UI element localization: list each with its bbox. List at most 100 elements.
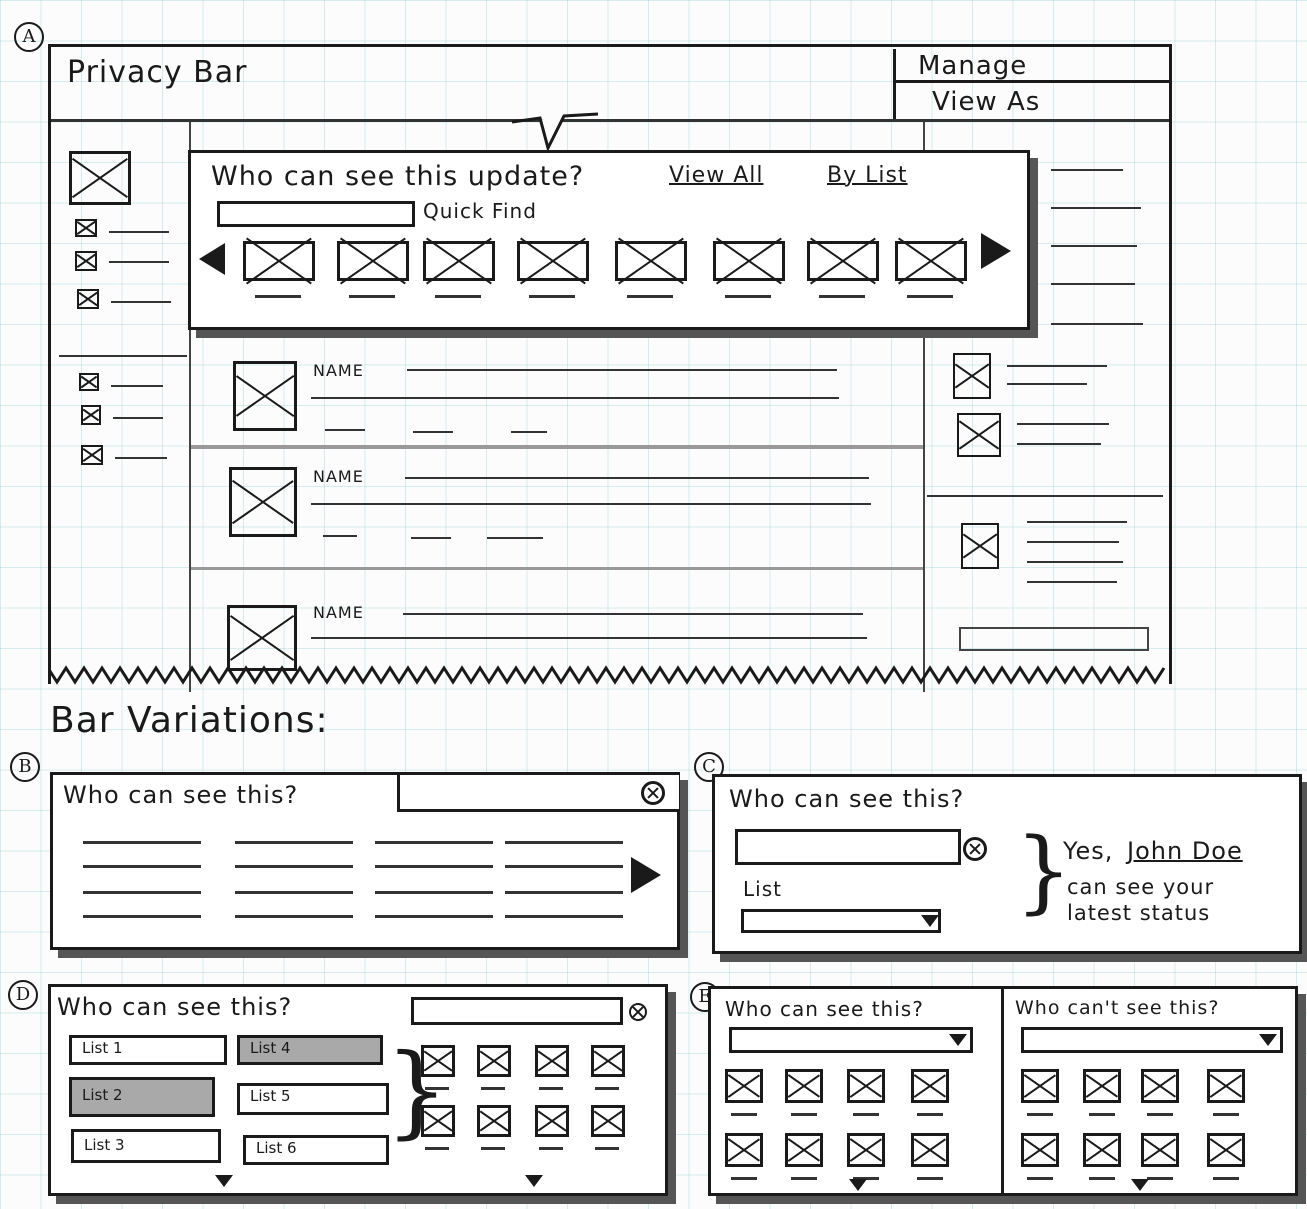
dropdown-arrow-icon[interactable] (921, 915, 939, 927)
menu-view-as[interactable]: View As (896, 85, 1170, 119)
list-entry-line[interactable] (505, 915, 623, 918)
person-thumbnail[interactable] (847, 1133, 885, 1167)
feed-name[interactable]: NAME (313, 361, 364, 380)
sidebar-link-line[interactable] (115, 457, 167, 459)
sidebar-link-line[interactable] (109, 231, 169, 233)
list-entry-line[interactable] (375, 915, 493, 918)
variation-d-more-people-arrow[interactable] (525, 1175, 543, 1187)
person-thumbnail[interactable] (477, 1105, 511, 1137)
person-thumbnail[interactable] (1207, 1069, 1245, 1103)
person-thumbnail[interactable] (421, 1105, 455, 1137)
feed-action-line[interactable] (411, 537, 451, 539)
list-entry-line[interactable] (375, 865, 493, 868)
list-chip-1[interactable]: List 1 (69, 1035, 227, 1065)
variation-c-list-select[interactable] (741, 909, 941, 933)
list-entry-line[interactable] (505, 865, 623, 868)
friend-thumbnail[interactable] (337, 241, 409, 281)
variation-c-search-input[interactable] (735, 829, 961, 865)
variation-e-can-select[interactable] (729, 1027, 973, 1053)
sidebar-link-line[interactable] (109, 261, 169, 263)
person-thumbnail[interactable] (1141, 1069, 1179, 1103)
list-chip-6[interactable]: List 6 (243, 1135, 389, 1165)
friend-thumbnail[interactable] (517, 241, 589, 281)
feed-name[interactable]: NAME (313, 467, 364, 486)
list-entry-line[interactable] (83, 841, 201, 844)
list-entry-line[interactable] (375, 841, 493, 844)
person-thumbnail[interactable] (1021, 1133, 1059, 1167)
friend-thumbnail[interactable] (615, 241, 687, 281)
feed-text-line (311, 397, 839, 399)
variation-e-can-more-arrow[interactable] (849, 1179, 867, 1191)
person-name-line (425, 1087, 449, 1090)
sidebar-link-line[interactable] (111, 385, 163, 387)
list-entry-line[interactable] (235, 841, 353, 844)
variation-e-cant-select[interactable] (1021, 1027, 1283, 1053)
feed-action-line[interactable] (325, 429, 365, 431)
feed-action-line[interactable] (323, 535, 357, 537)
clear-icon[interactable] (629, 1003, 647, 1021)
person-thumbnail[interactable] (725, 1133, 763, 1167)
list-entry-line[interactable] (235, 865, 353, 868)
list-entry-line[interactable] (505, 841, 623, 844)
friend-thumbnail[interactable] (807, 241, 879, 281)
list-chip-3[interactable]: List 3 (71, 1129, 221, 1163)
friend-thumbnail[interactable] (713, 241, 785, 281)
list-entry-line[interactable] (505, 891, 623, 894)
person-thumbnail[interactable] (1021, 1069, 1059, 1103)
variation-b-search[interactable] (397, 772, 679, 812)
list-entry-line[interactable] (83, 891, 201, 894)
variation-e-cant-more-arrow[interactable] (1131, 1179, 1149, 1191)
variation-e-divider (1001, 989, 1004, 1193)
feed-divider (191, 567, 923, 570)
list-chip-2[interactable]: List 2 (69, 1077, 215, 1117)
person-thumbnail[interactable] (477, 1045, 511, 1077)
list-entry-line[interactable] (83, 865, 201, 868)
view-all-link[interactable]: View All (669, 163, 763, 188)
sidebar-link-line[interactable] (113, 417, 163, 419)
list-chip-4[interactable]: List 4 (237, 1035, 383, 1065)
person-thumbnail[interactable] (785, 1069, 823, 1103)
by-list-link[interactable]: By List (827, 163, 908, 188)
sidebar-link-line[interactable] (111, 301, 171, 303)
person-thumbnail[interactable] (421, 1045, 455, 1077)
person-thumbnail[interactable] (535, 1105, 569, 1137)
variation-d-search-input[interactable] (411, 997, 623, 1025)
person-thumbnail[interactable] (591, 1045, 625, 1077)
variation-d-more-lists-arrow[interactable] (215, 1175, 233, 1187)
person-thumbnail[interactable] (911, 1133, 949, 1167)
list-entry-line[interactable] (235, 915, 353, 918)
close-icon[interactable] (641, 781, 665, 805)
friend-thumbnail[interactable] (423, 241, 495, 281)
dropdown-arrow-icon[interactable] (949, 1034, 967, 1046)
friend-thumbnail[interactable] (895, 241, 967, 281)
dropdown-arrow-icon[interactable] (1259, 1034, 1277, 1046)
friend-thumbnail[interactable] (243, 241, 315, 281)
person-thumbnail[interactable] (785, 1133, 823, 1167)
variation-b-next-arrow[interactable] (631, 857, 661, 893)
scroll-right-arrow[interactable] (981, 233, 1011, 269)
list-entry-line[interactable] (235, 891, 353, 894)
person-thumbnail[interactable] (591, 1105, 625, 1137)
clear-icon[interactable] (963, 837, 987, 861)
person-thumbnail[interactable] (1207, 1133, 1245, 1167)
feed-name[interactable]: NAME (313, 603, 364, 622)
person-thumbnail[interactable] (1141, 1133, 1179, 1167)
person-thumbnail[interactable] (1083, 1133, 1121, 1167)
person-thumbnail[interactable] (1083, 1069, 1121, 1103)
feed-action-line[interactable] (487, 537, 543, 539)
person-name-line (917, 1177, 943, 1180)
scroll-left-arrow[interactable] (199, 243, 225, 275)
right-input-box[interactable] (959, 627, 1149, 651)
list-entry-line[interactable] (83, 915, 201, 918)
feed-action-line[interactable] (511, 431, 547, 433)
person-thumbnail[interactable] (535, 1045, 569, 1077)
variation-c-name-link[interactable]: John Doe (1127, 837, 1243, 865)
person-thumbnail[interactable] (847, 1069, 885, 1103)
list-entry-line[interactable] (375, 891, 493, 894)
quick-find-input[interactable] (217, 201, 415, 227)
menu-manage[interactable]: Manage (896, 49, 1170, 83)
person-thumbnail[interactable] (725, 1069, 763, 1103)
person-thumbnail[interactable] (911, 1069, 949, 1103)
feed-action-line[interactable] (413, 431, 453, 433)
list-chip-5[interactable]: List 5 (237, 1083, 389, 1115)
